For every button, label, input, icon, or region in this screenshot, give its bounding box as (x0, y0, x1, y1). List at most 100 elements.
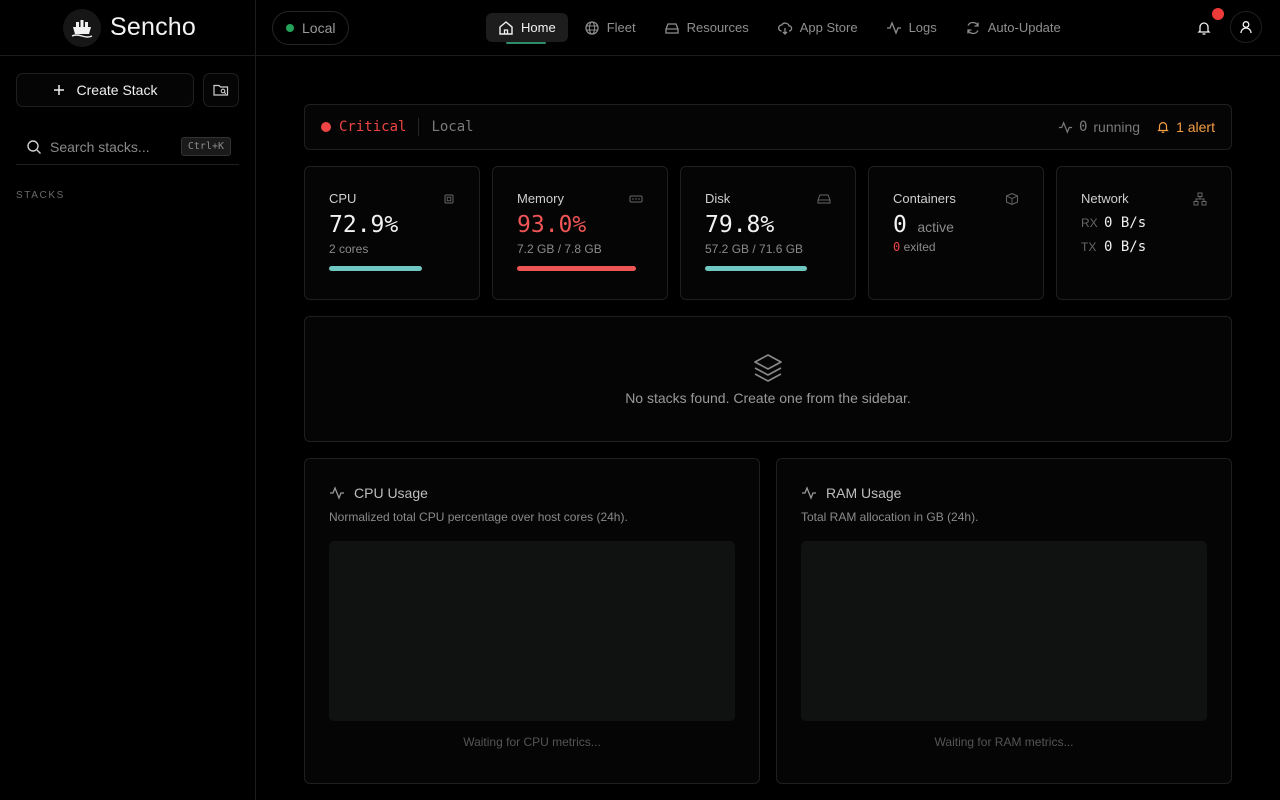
memory-card: Memory 93.0% 7.2 GB / 7.8 GB (492, 166, 668, 300)
topbar: Local Home Fleet Resources App Store Log… (256, 0, 1280, 56)
running-number: 0 (1078, 119, 1088, 135)
sidebar: Sencho Create Stack Search stacks... Ctr… (0, 0, 256, 800)
ram-chart-description: Total RAM allocation in GB (24h). (801, 510, 979, 524)
home-icon (499, 20, 513, 35)
active-container-count: 0 (893, 212, 907, 238)
tx-value: 0 B/s (1104, 239, 1147, 255)
ram-chart-area (801, 541, 1207, 721)
search-icon (27, 139, 41, 154)
network-icon (1193, 192, 1207, 205)
ram-chart-title: RAM Usage (826, 485, 902, 501)
active-label: active (917, 219, 954, 235)
stacks-empty-state: No stacks found. Create one from the sid… (304, 316, 1232, 442)
memory-used: 7.2 GB / 7.8 GB (517, 242, 602, 256)
activity-icon (886, 20, 901, 35)
activity-icon (1058, 120, 1072, 134)
cpu-chart-waiting: Waiting for CPU metrics... (463, 735, 601, 749)
nav-fleet[interactable]: Fleet (572, 13, 648, 42)
nav-auto-update[interactable]: Auto-Update (953, 13, 1073, 42)
exited-container-count: 0 (893, 240, 901, 254)
folder-search-icon (213, 84, 229, 96)
memory-usage-bar (517, 266, 636, 271)
app-name: Sencho (110, 13, 196, 41)
resources-icon (664, 22, 679, 34)
hard-drive-icon (817, 194, 831, 203)
memory-label: Memory (517, 191, 564, 206)
open-folder-button[interactable] (203, 73, 239, 107)
ram-usage-chart-card: RAM Usage Total RAM allocation in GB (24… (776, 458, 1232, 784)
fleet-icon (585, 20, 599, 35)
network-card: Network RX 0 B/s TX 0 B/s (1056, 166, 1232, 300)
nav-app-store[interactable]: App Store (765, 13, 870, 42)
rx-key: RX (1081, 216, 1098, 230)
nav-logs[interactable]: Logs (874, 13, 949, 42)
cpu-usage-chart-card: CPU Usage Normalized total CPU percentag… (304, 458, 760, 784)
cpu-card: CPU 72.9% 2 cores (304, 166, 480, 300)
memory-stick-icon (629, 195, 643, 202)
tx-key: TX (1081, 240, 1097, 254)
cpu-value: 72.9% (329, 212, 399, 238)
sencho-logo-icon (63, 8, 101, 47)
refresh-icon (967, 21, 979, 34)
disk-used: 57.2 GB / 71.6 GB (705, 242, 804, 256)
nav-auto-update-label: Auto-Update (987, 20, 1061, 35)
network-label: Network (1081, 191, 1129, 206)
disk-usage-bar (705, 266, 807, 271)
cpu-label: CPU (329, 191, 357, 206)
brand[interactable]: Sencho (0, 0, 255, 56)
cpu-chart-area (329, 541, 735, 721)
alert-count: 1 alert (1176, 119, 1215, 135)
ram-chart-waiting: Waiting for RAM metrics... (934, 735, 1074, 749)
bell-icon (1197, 22, 1211, 35)
search-input[interactable]: Search stacks... (50, 139, 173, 155)
nav-home-label: Home (521, 20, 556, 35)
status-divider (418, 118, 420, 136)
stack-search[interactable]: Search stacks... Ctrl+K (16, 129, 239, 165)
main-nav: Home Fleet Resources App Store Logs Auto… (486, 13, 1073, 44)
health-level: Critical (339, 119, 407, 135)
rx-value: 0 B/s (1104, 215, 1147, 231)
stacks-section-label: STACKS (16, 190, 65, 201)
create-stack-label: Create Stack (76, 82, 158, 98)
nav-app-store-label: App Store (799, 20, 858, 35)
critical-status-dot (321, 122, 331, 132)
containers-label: Containers (893, 191, 956, 206)
node-status-dot (286, 24, 294, 32)
cpu-chip-icon (444, 194, 454, 203)
cloud-download-icon (777, 21, 792, 35)
activity-icon (330, 486, 344, 500)
disk-label: Disk (705, 191, 731, 206)
status-node-label: Local (431, 119, 474, 135)
running-label: running (1093, 119, 1141, 135)
health-status-bar: Critical Local 0 running 1 alert (304, 104, 1232, 150)
node-label: Local (302, 20, 336, 36)
alerts-link[interactable]: 1 alert (1156, 119, 1215, 135)
container-box-icon (1006, 192, 1018, 205)
empty-state-text: No stacks found. Create one from the sid… (625, 390, 911, 406)
activity-icon (802, 486, 816, 500)
exited-label: exited (903, 240, 936, 254)
user-icon (1240, 21, 1252, 34)
search-shortcut-badge: Ctrl+K (180, 137, 231, 156)
cpu-usage-bar (329, 266, 422, 271)
bell-icon (1157, 122, 1169, 133)
plus-icon (53, 85, 64, 95)
containers-card: Containers 0 active 0 exited (868, 166, 1044, 300)
layers-icon (754, 354, 782, 382)
disk-card: Disk 79.8% 57.2 GB / 71.6 GB (680, 166, 856, 300)
memory-value: 93.0% (517, 212, 587, 238)
cpu-chart-title: CPU Usage (354, 485, 428, 501)
nav-resources[interactable]: Resources (652, 13, 761, 42)
cpu-cores: 2 cores (329, 242, 369, 256)
notification-badge (1212, 8, 1224, 20)
disk-value: 79.8% (705, 212, 775, 238)
node-selector[interactable]: Local (272, 11, 349, 45)
nav-fleet-label: Fleet (606, 20, 636, 35)
user-menu-button[interactable] (1230, 11, 1262, 43)
cpu-chart-description: Normalized total CPU percentage over hos… (329, 510, 628, 524)
create-stack-button[interactable]: Create Stack (16, 73, 194, 107)
nav-home[interactable]: Home (486, 13, 568, 44)
nav-logs-label: Logs (908, 20, 937, 35)
running-count: 0 running (1058, 119, 1140, 135)
nav-resources-label: Resources (686, 20, 749, 35)
